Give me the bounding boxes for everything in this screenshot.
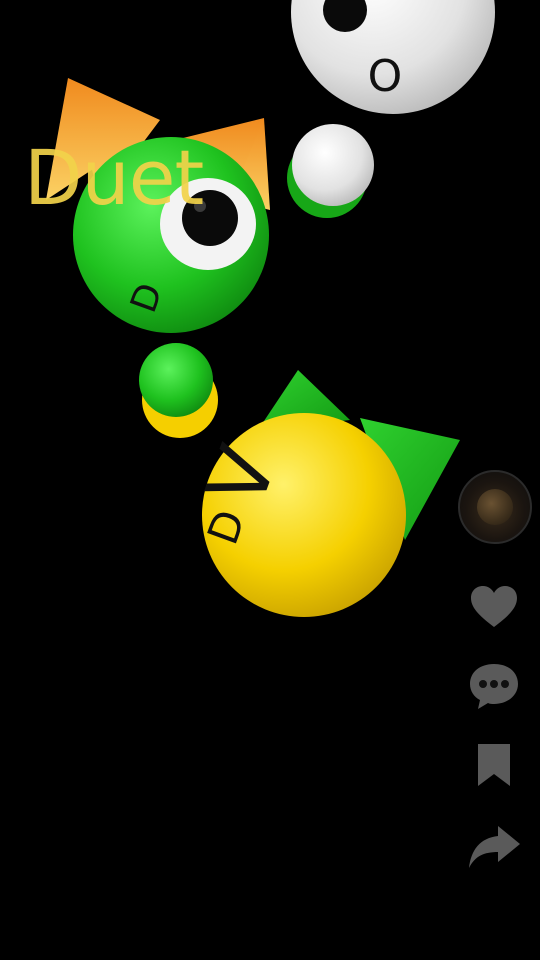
video-screen[interactable]: O D V D Duet [0, 0, 540, 960]
music-disc-cover [477, 489, 513, 525]
music-disc-icon[interactable] [458, 470, 532, 544]
white-small-ball [287, 124, 374, 218]
yellow-emoji: V D [189, 413, 406, 617]
share-button[interactable] [466, 818, 522, 874]
comment-button[interactable] [466, 658, 522, 714]
green-small-ball [139, 343, 218, 438]
duet-label: Duet [24, 133, 204, 222]
bookmark-button[interactable] [466, 736, 522, 792]
action-rail [456, 468, 540, 888]
bookmark-icon [478, 744, 510, 786]
comment-icon [470, 664, 518, 709]
heart-icon [471, 586, 517, 627]
like-button[interactable] [466, 580, 522, 636]
share-icon [469, 826, 520, 868]
white-emoji-mouth: O [368, 51, 403, 102]
white-emoji: O [291, 0, 495, 114]
